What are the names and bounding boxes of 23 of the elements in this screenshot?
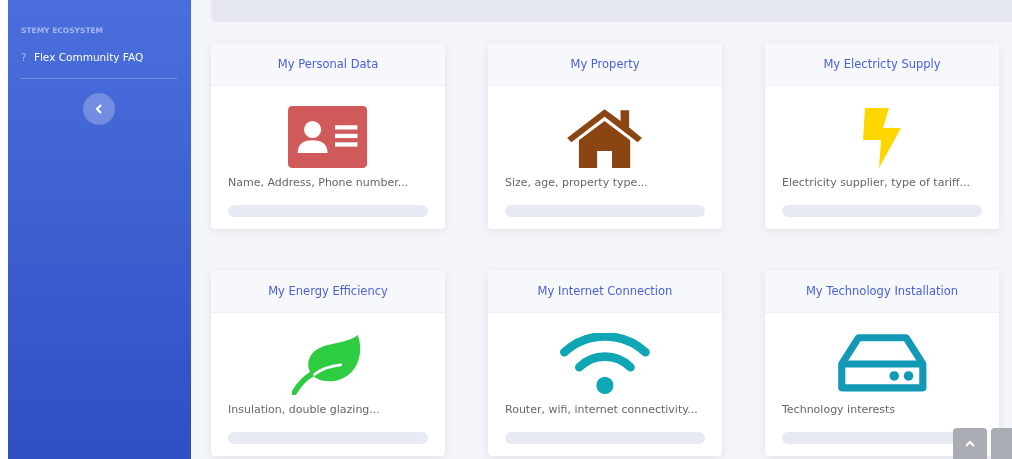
scroll-top-button[interactable] [953,428,987,459]
category-card[interactable]: My Energy Efficiency Insulation, double glazing... [211,270,445,456]
card-title: My Technology Installation [805,284,959,298]
category-card[interactable]: My Internet Connection Router, wifi, internet connectivity... [488,270,722,456]
category-card[interactable]: My Personal Data Name, Address, Phone number... [211,43,445,229]
card-title: My Electricty Supply [823,57,941,71]
chevron-left-icon [95,104,103,114]
card-description: Technology interests [782,403,896,416]
card-description: Router, wifi, internet connectivity... [505,403,698,416]
card-description: Size, age, property type... [505,176,648,189]
card-title: My Energy Efficiency [268,284,388,298]
card-description: Insulation, double glazing... [228,403,380,416]
collapse-button[interactable] [83,93,115,125]
sidebar-item[interactable]: ? Flex Community FAQ [21,51,177,63]
category-card[interactable]: My Technology Installation Technology interests [765,270,999,456]
category-card[interactable]: My Property Size, age, property type... [488,43,722,229]
card-description: Name, Address, Phone number... [228,176,409,189]
card-title: My Property [570,57,640,71]
card-description: Electricity supplier, type of tariff... [782,176,971,189]
card-title: My Personal Data [277,57,379,71]
category-card[interactable]: My Electricty Supply Electricity supplier, type of tariff... [765,43,999,229]
chevron-up-icon [965,440,975,447]
card-title: My Internet Connection [537,284,673,298]
